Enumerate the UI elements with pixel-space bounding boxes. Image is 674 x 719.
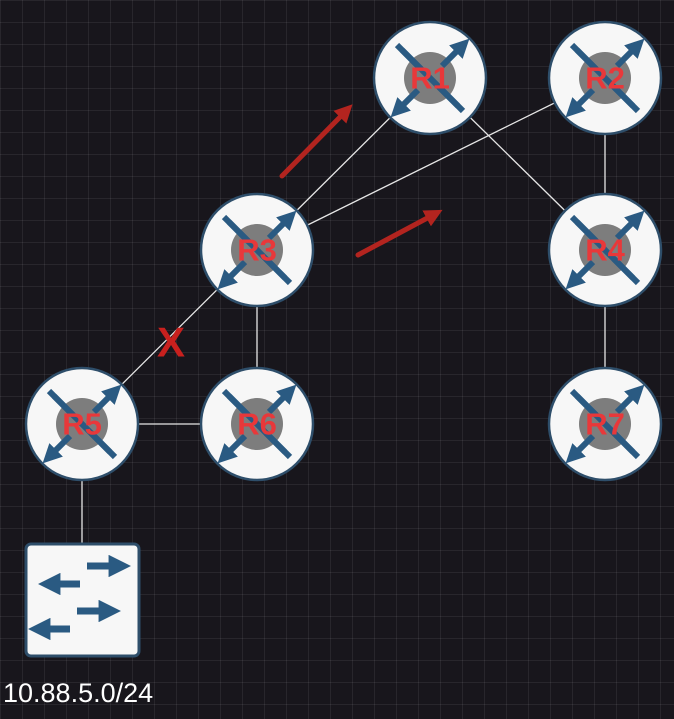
router-r4-label: R4: [585, 233, 625, 268]
routers-layer: R1 R2 R3 R4 R5 R6 R7: [24, 20, 663, 482]
router-r4[interactable]: R4: [547, 192, 663, 308]
router-r7[interactable]: R7: [547, 366, 663, 482]
flow-arrow-r3-to-r2: [355, 209, 443, 258]
router-r5[interactable]: R5: [24, 366, 140, 482]
router-r5-label: R5: [62, 407, 102, 442]
router-r1[interactable]: R1: [372, 20, 488, 136]
router-r1-label: R1: [410, 61, 450, 96]
subnet-label: 10.88.5.0/24: [3, 678, 154, 708]
network-diagram: X R1 R2 R3 R4 R5 R6 R7: [24, 20, 663, 658]
router-r6-label: R6: [237, 407, 277, 442]
flow-arrow-r3-to-r1: [279, 104, 353, 179]
router-r2-label: R2: [585, 61, 625, 96]
router-r3[interactable]: R3: [199, 192, 315, 308]
router-r6[interactable]: R6: [199, 366, 315, 482]
switch[interactable]: [24, 542, 141, 658]
failure-mark: X: [157, 319, 185, 366]
router-r3-label: R3: [237, 233, 277, 268]
router-r2[interactable]: R2: [547, 20, 663, 136]
router-r7-label: R7: [585, 407, 625, 442]
